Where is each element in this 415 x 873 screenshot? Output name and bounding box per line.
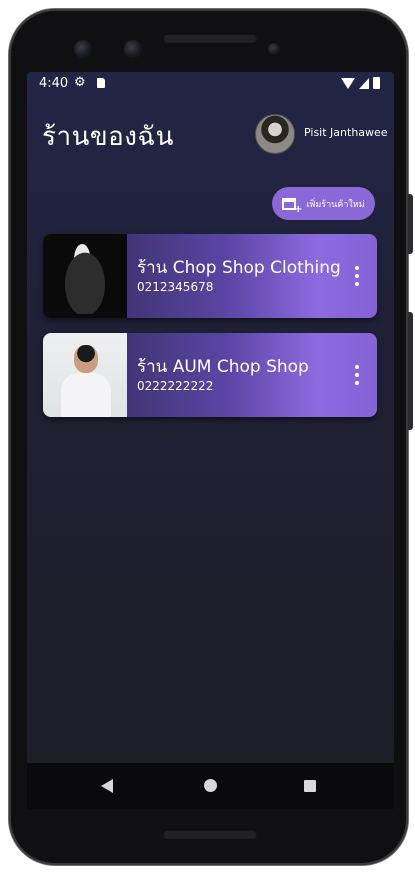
more-vert-icon[interactable] <box>355 266 359 286</box>
store-name: ร้าน Chop Shop Clothing <box>137 258 341 278</box>
volume-button <box>408 312 413 430</box>
recents-icon[interactable] <box>304 780 316 792</box>
user-name[interactable]: Pisit Janthawee <box>304 126 388 139</box>
add-store-label: เพิ่มร้านค้าใหม่ <box>306 199 365 210</box>
add-store-button[interactable]: เพิ่มร้านค้าใหม่ <box>272 187 375 220</box>
person-photo-body <box>61 373 111 417</box>
store-thumbnail <box>43 333 127 417</box>
status-bar: 4:40 ⚙ <box>27 72 394 96</box>
home-icon[interactable] <box>204 779 217 792</box>
add-store-icon <box>282 197 302 215</box>
top-speaker <box>163 33 257 43</box>
store-phone: 0222222222 <box>137 379 214 393</box>
status-indicators <box>341 77 380 89</box>
sd-card-icon <box>97 78 105 88</box>
bottom-speaker <box>163 829 257 839</box>
cat-photo <box>57 240 113 314</box>
front-camera-right <box>124 40 142 58</box>
proximity-sensor <box>268 43 280 55</box>
more-vert-icon[interactable] <box>355 365 359 385</box>
status-time: 4:40 <box>39 76 69 91</box>
page-title: ร้านของฉัน <box>42 122 174 152</box>
store-thumbnail <box>43 234 127 318</box>
signal-icon <box>359 77 369 89</box>
battery-icon <box>373 77 380 89</box>
gear-icon: ⚙ <box>74 75 86 90</box>
back-icon[interactable] <box>101 779 113 793</box>
store-card[interactable]: ร้าน Chop Shop Clothing 0212345678 <box>43 234 377 318</box>
front-camera-left <box>74 40 92 58</box>
power-button <box>408 194 413 254</box>
app-screen: 4:40 ⚙ ร้านของฉัน Pisit Janthawee เพิ่มร… <box>27 72 394 809</box>
store-phone: 0212345678 <box>137 280 214 294</box>
wifi-icon <box>341 77 355 89</box>
store-card[interactable]: ร้าน AUM Chop Shop 0222222222 <box>43 333 377 417</box>
navigation-bar <box>27 763 394 809</box>
avatar[interactable] <box>255 114 295 154</box>
store-name: ร้าน AUM Chop Shop <box>137 357 309 377</box>
person-photo-head <box>74 345 98 373</box>
